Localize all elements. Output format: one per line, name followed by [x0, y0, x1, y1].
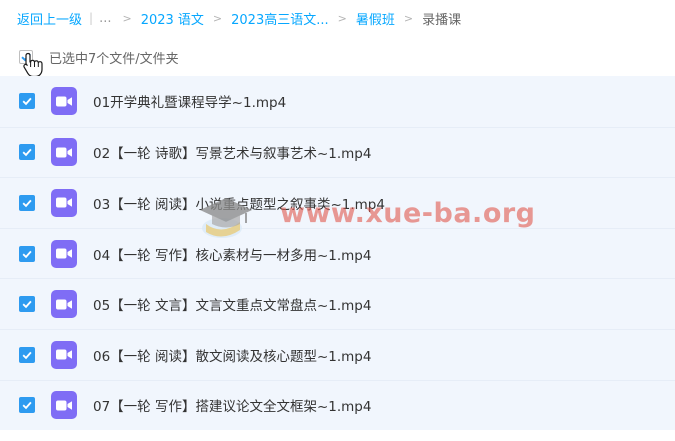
breadcrumb-ellipsis[interactable]: ...: [99, 11, 111, 26]
video-file-icon: [51, 239, 77, 268]
check-icon: [22, 149, 32, 157]
file-name[interactable]: 06【一轮 阅读】散文阅读及核心题型~1.mp4: [93, 345, 371, 365]
check-icon: [22, 98, 32, 106]
breadcrumb-item[interactable]: 2023 语文: [141, 9, 204, 28]
file-checkbox[interactable]: [19, 245, 35, 262]
file-name[interactable]: 01开学典礼暨课程导学~1.mp4: [93, 91, 286, 111]
check-icon: [22, 351, 32, 359]
video-file-icon: [51, 290, 77, 319]
breadcrumb-item[interactable]: 2023高三语文...: [231, 9, 328, 28]
selection-count: 已选中7个文件/文件夹: [49, 51, 179, 67]
chevron-right-icon: >: [122, 11, 132, 25]
breadcrumb: 返回上一级 | ... > 2023 语文 > 2023高三语文... > 暑假…: [17, 8, 461, 28]
check-icon: [22, 199, 32, 208]
check-icon: [22, 402, 32, 410]
file-name[interactable]: 05【一轮 文言】文言文重点文常盘点~1.mp4: [93, 294, 371, 314]
file-row[interactable]: 03【一轮 阅读】小说重点题型之叙事类~1.mp4: [0, 177, 675, 228]
file-name[interactable]: 02【一轮 诗歌】写景艺术与叙事艺术~1.mp4: [93, 142, 371, 162]
back-link[interactable]: 返回上一级: [17, 9, 82, 28]
check-icon: [22, 300, 32, 309]
breadcrumb-current: 录播课: [422, 12, 462, 28]
hand-pointer-icon: [23, 52, 43, 78]
file-row[interactable]: 05【一轮 文言】文言文重点文常盘点~1.mp4: [0, 278, 675, 329]
check-icon: [22, 250, 32, 258]
file-browser: 返回上一级 | ... > 2023 语文 > 2023高三语文... > 暑假…: [0, 0, 675, 441]
file-row[interactable]: 06【一轮 阅读】散文阅读及核心题型~1.mp4: [0, 328, 675, 380]
chevron-right-icon: >: [403, 11, 414, 25]
file-name[interactable]: 03【一轮 阅读】小说重点题型之叙事类~1.mp4: [93, 193, 385, 213]
breadcrumb-divider: |: [89, 11, 94, 25]
file-name[interactable]: 07【一轮 写作】搭建议论文全文框架~1.mp4: [93, 395, 371, 415]
video-file-icon: [51, 87, 77, 116]
file-checkbox[interactable]: [19, 397, 35, 414]
video-file-icon: [51, 138, 77, 167]
video-file-icon: [51, 391, 77, 420]
file-row[interactable]: 04【一轮 写作】核心素材与一材多用~1.mp4: [0, 227, 675, 279]
video-file-icon: [51, 340, 77, 369]
file-checkbox[interactable]: [19, 93, 35, 110]
file-row[interactable]: 07【一轮 写作】搭建议论文全文框架~1.mp4: [0, 379, 675, 431]
file-row[interactable]: 02【一轮 诗歌】写景艺术与叙事艺术~1.mp4: [0, 126, 675, 178]
breadcrumb-item[interactable]: 暑假班: [356, 9, 395, 28]
file-checkbox[interactable]: [19, 144, 35, 161]
file-row[interactable]: 01开学典礼暨课程导学~1.mp4: [0, 76, 675, 127]
chevron-right-icon: >: [337, 11, 347, 25]
file-list: 01开学典礼暨课程导学~1.mp4 02【一轮 诗歌】写景艺术与叙事艺术~1.mp…: [0, 76, 675, 431]
file-checkbox[interactable]: [19, 194, 35, 211]
file-name[interactable]: 04【一轮 写作】核心素材与一材多用~1.mp4: [93, 244, 371, 264]
file-checkbox[interactable]: [19, 296, 35, 313]
file-checkbox[interactable]: [19, 346, 35, 363]
chevron-right-icon: >: [212, 11, 223, 25]
video-file-icon: [51, 188, 77, 217]
